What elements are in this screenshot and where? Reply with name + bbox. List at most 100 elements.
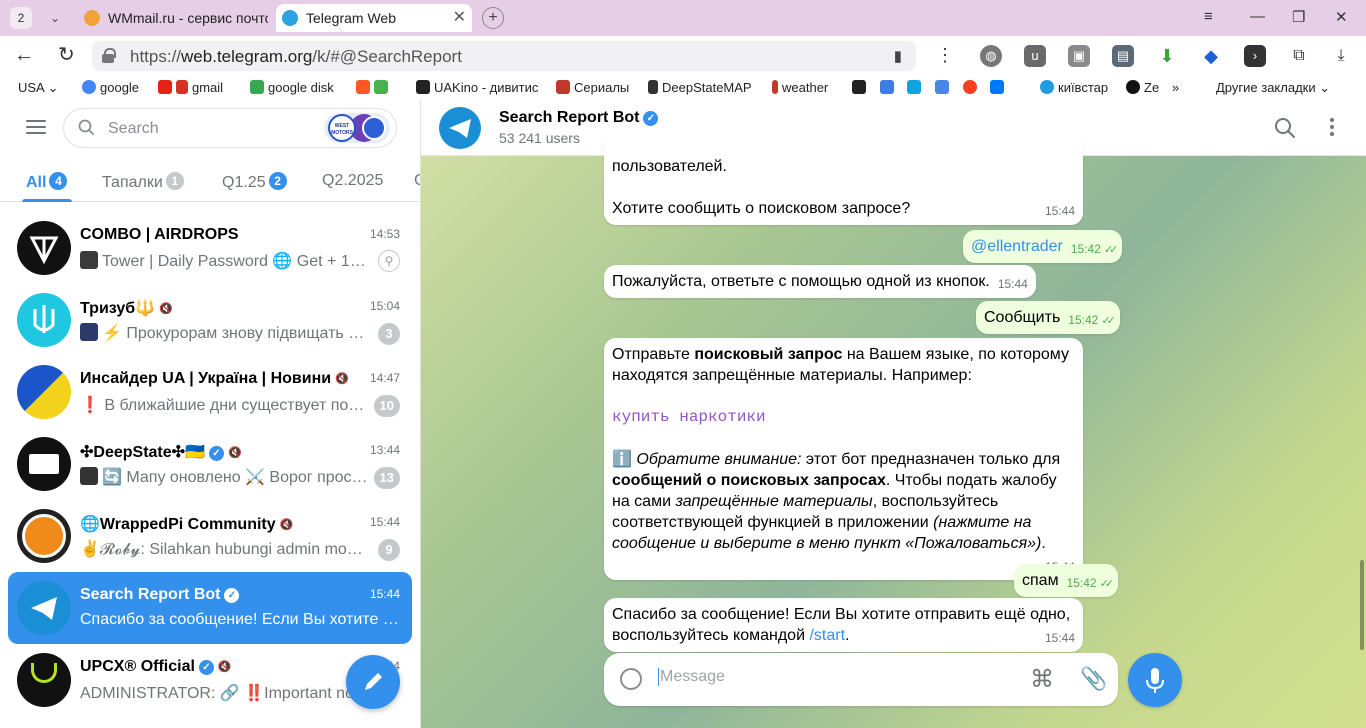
bookmark-gmail[interactable]: gmail xyxy=(158,79,223,97)
close-tab-icon[interactable]: ✕ xyxy=(453,4,466,32)
muted-icon: 🔇 xyxy=(335,373,349,385)
address-bar[interactable]: https://web.telegram.org/k/#@SearchRepor… xyxy=(92,41,916,71)
message-outgoing[interactable]: спам 15:42 ✓✓ xyxy=(1014,564,1119,597)
tab-count-button[interactable]: 2 xyxy=(10,7,32,29)
back-arrow-icon[interactable]: ← xyxy=(14,45,34,65)
message-incoming[interactable]: Пожалуйста, ответьте с помощью одной из … xyxy=(604,265,1036,298)
tab-telegram[interactable]: Telegram Web ✕ xyxy=(276,4,472,32)
download-arrow-icon[interactable]: ⤓ xyxy=(1330,45,1352,67)
gmail-icon xyxy=(176,80,188,94)
chat-preview: ❗ В ближайшие дни существует повышенная … xyxy=(80,397,370,414)
attach-icon[interactable]: 📎 xyxy=(1080,666,1107,692)
bookmark-weather[interactable]: weather xyxy=(772,79,828,97)
message-incoming[interactable]: пользователей. Хотите сообщить о поисков… xyxy=(604,140,1083,225)
message-outgoing[interactable]: @ellentrader 15:42 ✓✓ xyxy=(963,230,1123,263)
toolbox-extension-icon[interactable]: ▣ xyxy=(1068,45,1090,67)
message-time: 15:42 ✓✓ xyxy=(1068,313,1116,327)
hamburger-menu-icon[interactable] xyxy=(26,120,46,134)
minimize-icon[interactable]: — xyxy=(1250,8,1265,25)
bookmark-kyivstar[interactable]: київстар xyxy=(1040,79,1108,97)
chat-item-deepstate[interactable]: ✣DeepState✣🇺🇦 ✓ 🔇 13:44 🔄 Мапу оновлено ⚔️… xyxy=(8,428,412,500)
diamond-extension-icon[interactable]: ◆ xyxy=(1200,45,1222,67)
tabs-dropdown-icon[interactable]: ⌄ xyxy=(44,7,66,29)
other-bookmarks-button[interactable]: Другие закладки ⌄ xyxy=(1216,79,1330,97)
bookmark-google[interactable]: google xyxy=(82,79,139,97)
west-motors-logo: WEST MOTORS xyxy=(328,114,356,142)
vpn-extension-icon[interactable]: ▤ xyxy=(1112,45,1134,67)
terminal-extension-icon[interactable]: › xyxy=(1244,45,1266,67)
bookmark-google-disk[interactable]: google disk xyxy=(250,79,334,97)
bookmark-ze[interactable]: Ze xyxy=(1126,79,1159,97)
thermometer-icon xyxy=(772,80,778,94)
download-extension-icon[interactable]: ⬇ xyxy=(1156,45,1178,67)
chat-item-tryzub[interactable]: Тризуб🔱 🔇 15:04 ⚡ Прокурорам знову підвищ… xyxy=(8,284,412,356)
chat-avatar[interactable] xyxy=(439,107,481,149)
chat-item-combo-airdrops[interactable]: COMBO | AIRDROPS 14:53 Tower | Daily Pas… xyxy=(8,212,412,284)
bookmark-serials[interactable]: Сериалы xyxy=(556,79,629,97)
chat-time: 15:04 xyxy=(369,299,400,313)
bookmark-uakino[interactable]: UAKino - дивитис xyxy=(416,79,538,97)
folder-tab-tapalki[interactable]: Тапалки 1 xyxy=(102,172,184,192)
scrollbar[interactable] xyxy=(1360,560,1364,650)
voice-record-button[interactable] xyxy=(1128,653,1182,707)
bookmark-icons-row[interactable] xyxy=(852,79,1008,97)
chat-item-insider-ua[interactable]: Инсайдер UA | Україна | Новини 🔇 14:47 ❗ … xyxy=(8,356,412,428)
kyivstar-icon xyxy=(1040,80,1054,94)
tab-wmmail[interactable]: WMmail.ru - сервис почто xyxy=(78,4,268,32)
search-icon[interactable] xyxy=(1274,117,1296,139)
chat-item-search-report-bot[interactable]: Search Report Bot ✓ 15:44 Спасибо за сооб… xyxy=(8,572,412,644)
message-input[interactable]: Message xyxy=(658,668,725,686)
restore-icon[interactable]: ❐ xyxy=(1292,8,1305,26)
chat-time: 15:44 xyxy=(369,587,400,601)
avatar xyxy=(17,653,71,707)
close-window-icon[interactable]: ✕ xyxy=(1335,8,1348,26)
chat-title: UPCX® Official ✓ 🔇 xyxy=(80,658,232,675)
puzzle-extension-icon[interactable]: ⧉ xyxy=(1288,45,1310,67)
message-time: 15:42 ✓✓ xyxy=(1070,242,1119,256)
bookmark-icon[interactable]: ▮ xyxy=(894,47,902,65)
folder-tab-more[interactable]: C xyxy=(414,172,420,190)
message-outgoing[interactable]: Сообщить 15:42 ✓✓ xyxy=(976,301,1120,334)
bookmark-usa[interactable]: USA ⌄ xyxy=(18,79,59,97)
bookmarks-overflow-button[interactable]: » xyxy=(1172,79,1179,97)
new-message-button[interactable] xyxy=(346,655,400,709)
emoji-icon[interactable] xyxy=(620,668,642,690)
media-thumb-icon xyxy=(80,323,98,341)
message-code[interactable]: купить наркотики xyxy=(612,407,1075,428)
more-vert-icon[interactable]: ⋮ xyxy=(936,45,954,65)
reload-icon[interactable]: ↻ xyxy=(58,45,75,65)
globe-extension-icon[interactable]: ◍ xyxy=(980,45,1002,67)
message-mention[interactable]: @ellentrader xyxy=(971,238,1063,255)
message-paragraph: Отправьте поисковый запрос на Вашем язык… xyxy=(612,346,1069,384)
folder-tab-q22025[interactable]: Q2.2025 xyxy=(322,172,383,190)
chat-preview: Tower | Daily Password 🌐 Get + 1000 $TOW… xyxy=(80,251,370,271)
new-tab-button[interactable]: + xyxy=(482,7,504,29)
verified-icon: ✓ xyxy=(643,111,659,126)
arrow-icon xyxy=(879,80,894,94)
wmmail-favicon-icon xyxy=(84,10,100,26)
message-incoming[interactable]: Спасибо за сообщение! Если Вы хотите отп… xyxy=(604,598,1083,652)
message-text: Пожалуйста, ответьте с помощью одной из … xyxy=(612,273,990,290)
bookmark-deepstatemap[interactable]: DeepStateMAP xyxy=(648,79,752,97)
more-options-icon[interactable] xyxy=(1330,118,1334,136)
chat-title: Search Report Bot ✓ xyxy=(80,586,240,604)
menu-icon[interactable]: ≡ xyxy=(1204,8,1213,25)
stories-avatars[interactable]: WEST MOTORS xyxy=(324,113,390,143)
ublock-extension-icon[interactable]: u xyxy=(1024,45,1046,67)
bot-commands-icon[interactable]: ⌘ xyxy=(1030,665,1054,694)
active-folder-indicator xyxy=(22,199,72,202)
message-incoming[interactable]: Отправьте поисковый запрос на Вашем язык… xyxy=(604,338,1083,580)
chat-item-wrappedpi[interactable]: 🌐WrappedPi Community 🔇 15:44 ✌𝓡𝓸𝓫𝔂: Silah… xyxy=(8,500,412,572)
folder-tab-q125[interactable]: Q1.25 2 xyxy=(222,172,287,192)
folder-tab-all[interactable]: All 4 xyxy=(26,172,68,192)
search-icon xyxy=(78,119,94,135)
chevron-down-icon: ⌄ xyxy=(47,80,59,95)
bookmark-icons-group[interactable] xyxy=(356,79,392,97)
muted-icon: 🔇 xyxy=(227,447,242,459)
message-text: пользователей. xyxy=(612,158,727,175)
message-paragraph: ℹ️ Обратите внимание: этот бот предназна… xyxy=(612,449,1075,574)
search-input[interactable]: Search WEST MOTORS xyxy=(63,108,397,148)
vk-icon xyxy=(990,80,1005,94)
chat-preview: ⚡ Прокурорам знову підвищать зарплати xyxy=(80,323,370,343)
command-link[interactable]: /start xyxy=(809,627,845,644)
